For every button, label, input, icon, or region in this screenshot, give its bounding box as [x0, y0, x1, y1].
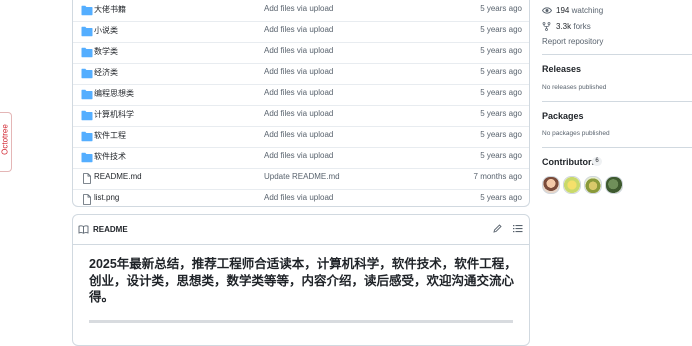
folder-icon [81, 110, 93, 121]
commit-age: 5 years ago [480, 130, 522, 139]
file-name[interactable]: 计算机科学 [94, 109, 134, 120]
fork-icon [542, 22, 551, 31]
readme-divider [89, 320, 513, 323]
commit-age: 5 years ago [480, 67, 522, 76]
contributor-avatar[interactable] [542, 176, 560, 194]
file-row[interactable]: 计算机科学 Add files via upload 5 years ago [73, 105, 529, 127]
sidebar-divider [542, 147, 692, 148]
octotree-label: Octotree [0, 124, 10, 155]
commit-message[interactable]: Add files via upload [264, 67, 333, 76]
commit-message[interactable]: Add files via upload [264, 130, 333, 139]
file-list: 大佬书籍 Add files via upload 5 years ago 小说类 Ad… [72, 0, 530, 207]
report-repository-link[interactable]: Report repository [542, 37, 603, 46]
commit-age: 5 years ago [480, 109, 522, 118]
file-row[interactable]: README.md Update README.md 7 months ago [73, 168, 529, 190]
packages-empty-text: No packages published [542, 130, 610, 137]
file-name[interactable]: 大佬书籍 [94, 4, 126, 15]
file-row[interactable]: 大佬书籍 Add files via upload 5 years ago [73, 0, 529, 22]
forks-count: 3.3k [556, 22, 572, 31]
contributors-heading[interactable]: Contributors [542, 157, 597, 167]
readme-header: README [73, 215, 529, 245]
commit-age: 5 years ago [480, 151, 522, 160]
file-row[interactable]: 软件工程 Add files via upload 5 years ago [73, 126, 529, 148]
file-name[interactable]: 软件工程 [94, 130, 126, 141]
sidebar-divider [542, 54, 692, 55]
file-name[interactable]: 小说类 [94, 25, 118, 36]
contributor-avatar[interactable] [584, 176, 602, 194]
folder-icon [81, 47, 93, 58]
folder-icon [81, 131, 93, 142]
watching-count: 194 [556, 6, 570, 15]
packages-heading[interactable]: Packages [542, 111, 584, 121]
folder-icon [81, 26, 93, 37]
commit-age: 5 years ago [480, 46, 522, 55]
readme-tab-label: README [93, 225, 128, 234]
file-name[interactable]: 经济类 [94, 67, 118, 78]
file-row[interactable]: 小说类 Add files via upload 5 years ago [73, 21, 529, 43]
commit-message[interactable]: Add files via upload [264, 46, 333, 55]
pencil-icon[interactable] [493, 224, 502, 233]
forks-label: forks [573, 22, 591, 31]
file-row[interactable]: 软件技术 Add files via upload 5 years ago [73, 147, 529, 169]
contributor-avatar[interactable] [563, 176, 581, 194]
contributors-count-badge: 6 [592, 157, 602, 166]
file-name[interactable]: list.png [94, 193, 119, 202]
commit-age: 5 years ago [480, 193, 522, 202]
file-row[interactable]: 经济类 Add files via upload 5 years ago [73, 63, 529, 85]
sidebar-divider [542, 101, 692, 102]
commit-age: 5 years ago [480, 88, 522, 97]
folder-icon [81, 152, 93, 163]
file-name[interactable]: 编程思想类 [94, 88, 134, 99]
watching-stat[interactable]: 194 watching [556, 6, 603, 15]
commit-message[interactable]: Add files via upload [264, 88, 333, 97]
contributor-avatar[interactable] [605, 176, 623, 194]
book-icon [78, 225, 89, 234]
readme-panel: README 2025年最新总结，推荐工程师合适读本，计算机科学，软件技术，软件… [72, 214, 530, 346]
file-row[interactable]: 编程思想类 Add files via upload 5 years ago [73, 84, 529, 106]
file-row[interactable]: 数学类 Add files via upload 5 years ago [73, 42, 529, 64]
watching-label: watching [571, 6, 604, 15]
eye-icon [542, 7, 552, 14]
commit-message[interactable]: Add files via upload [264, 109, 333, 118]
file-icon [83, 194, 91, 205]
commit-age: 7 months ago [473, 172, 522, 181]
commit-message[interactable]: Add files via upload [264, 25, 333, 34]
file-name[interactable]: 数学类 [94, 46, 118, 57]
forks-stat[interactable]: 3.3k forks [556, 22, 591, 31]
folder-icon [81, 89, 93, 100]
folder-icon [81, 5, 93, 16]
commit-age: 5 years ago [480, 25, 522, 34]
commit-message[interactable]: Update README.md [264, 172, 340, 181]
releases-empty-text: No releases published [542, 84, 607, 91]
file-name[interactable]: 软件技术 [94, 151, 126, 162]
file-row[interactable]: list.png Add files via upload 5 years ago [73, 189, 529, 210]
octotree-side-tab[interactable]: Octotree [0, 112, 12, 172]
file-name[interactable]: README.md [94, 172, 142, 181]
releases-heading[interactable]: Releases [542, 64, 581, 74]
commit-age: 5 years ago [480, 4, 522, 13]
list-outline-icon[interactable] [513, 224, 523, 233]
commit-message[interactable]: Add files via upload [264, 4, 333, 13]
file-icon [83, 173, 91, 184]
commit-message[interactable]: Add files via upload [264, 151, 333, 160]
folder-icon [81, 68, 93, 79]
commit-message[interactable]: Add files via upload [264, 193, 333, 202]
readme-heading: 2025年最新总结，推荐工程师合适读本，计算机科学，软件技术，软件工程，创业，设… [89, 257, 517, 304]
